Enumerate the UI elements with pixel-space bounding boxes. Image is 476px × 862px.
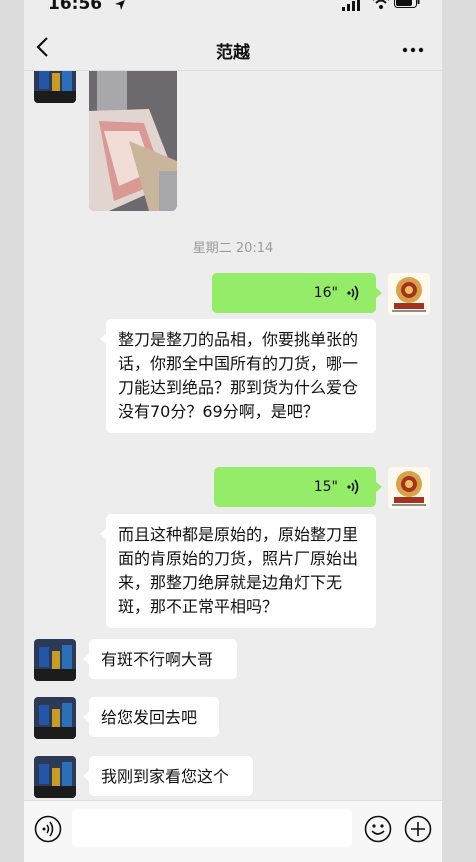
message-bubble[interactable]: 给您发回去吧 bbox=[83, 697, 219, 737]
voice-wave-icon bbox=[346, 285, 360, 305]
contact-avatar[interactable] bbox=[34, 639, 76, 681]
voice-message[interactable]: 16" bbox=[212, 273, 382, 313]
more-options-icon[interactable] bbox=[402, 38, 424, 57]
nav-bar: 范越 bbox=[24, 14, 442, 71]
photo-message[interactable] bbox=[89, 71, 177, 211]
message-text: 而且这种都是原始的，原始整刀里面的肯原始的刀货，照片厂原始出来，那整刀绝屏就是边… bbox=[118, 525, 359, 616]
battery-icon bbox=[394, 0, 420, 13]
message-text: 整刀是整刀的品相，你要挑单张的话，你那全中国所有的刀货，哪一刀能达到绝品？那到货… bbox=[118, 330, 359, 421]
signal-icon bbox=[342, 0, 362, 15]
emoji-icon[interactable] bbox=[364, 815, 392, 847]
contact-avatar[interactable] bbox=[34, 71, 76, 103]
message-bubble[interactable]: 整刀是整刀的品相，你要挑单张的话，你那全中国所有的刀货，哪一刀能达到绝品？那到货… bbox=[100, 319, 376, 433]
message-timestamp: 星期二 20:14 bbox=[192, 241, 274, 256]
voice-duration: 15" bbox=[313, 479, 338, 495]
status-bar: 16:56 bbox=[24, 0, 442, 14]
message-text: 我刚到家看您这个 bbox=[101, 767, 230, 786]
status-time: 16:56 bbox=[48, 0, 103, 14]
contact-avatar[interactable] bbox=[34, 756, 76, 798]
location-arrow-icon bbox=[114, 0, 126, 15]
message-bubble[interactable]: 有斑不行啊大哥 bbox=[83, 639, 237, 679]
message-bubble[interactable]: 而且这种都是原始的，原始整刀里面的肯原始的刀货，照片厂原始出来，那整刀绝屏就是边… bbox=[100, 514, 376, 628]
message-text: 有斑不行啊大哥 bbox=[101, 650, 214, 669]
voice-input-icon[interactable] bbox=[34, 815, 62, 847]
plus-icon[interactable] bbox=[404, 815, 432, 847]
message-input[interactable] bbox=[72, 809, 352, 847]
input-bar bbox=[24, 800, 442, 862]
message-bubble[interactable]: 我刚到家看您这个 bbox=[83, 756, 253, 796]
chat-title: 范越 bbox=[216, 43, 250, 63]
voice-duration: 16" bbox=[313, 285, 338, 301]
voice-wave-icon bbox=[346, 479, 360, 499]
chat-screen: 16:56 范越 星期二 20:14 16" 整刀是整刀的品相，你要挑单张的话，… bbox=[24, 0, 442, 862]
message-text: 给您发回去吧 bbox=[101, 708, 198, 727]
wifi-icon bbox=[372, 0, 390, 13]
voice-message[interactable]: 15" bbox=[214, 467, 382, 507]
my-avatar[interactable] bbox=[388, 467, 430, 509]
my-avatar[interactable] bbox=[388, 273, 430, 315]
message-list[interactable]: 星期二 20:14 16" 整刀是整刀的品相，你要挑单张的话，你那全中国所有的刀… bbox=[24, 71, 442, 800]
contact-avatar[interactable] bbox=[34, 697, 76, 739]
